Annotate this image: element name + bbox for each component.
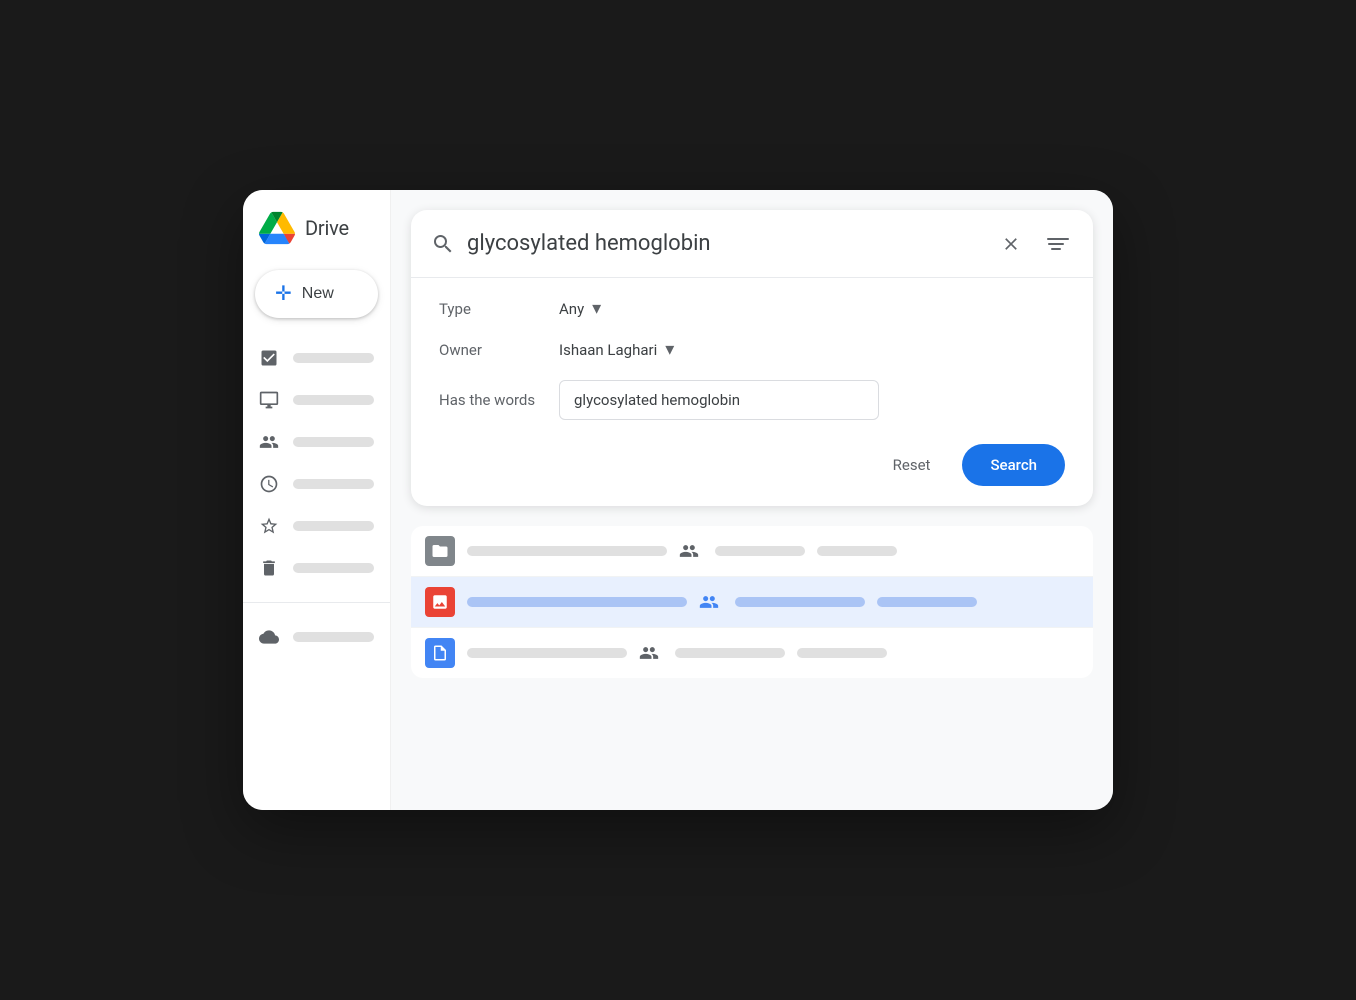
file-date-placeholder	[715, 546, 805, 556]
search-bar	[411, 210, 1093, 278]
owner-dropdown[interactable]: Ishaan Laghari ▾	[559, 339, 674, 360]
type-dropdown[interactable]: Any ▾	[559, 298, 601, 319]
shared-users-icon	[639, 641, 663, 665]
star-icon	[259, 516, 279, 536]
sidebar-nav	[243, 338, 390, 657]
search-filter-button[interactable]	[1039, 232, 1073, 256]
checkbox-icon	[259, 348, 279, 368]
sidebar-item-starred[interactable]	[243, 506, 390, 546]
cloud-icon	[259, 627, 279, 647]
reset-button[interactable]: Reset	[877, 446, 947, 484]
file-size-placeholder	[877, 597, 977, 607]
sidebar-header: Drive	[243, 210, 390, 270]
folder-icon	[425, 536, 455, 566]
owner-dropdown-arrow-icon: ▾	[665, 339, 674, 360]
clock-icon	[259, 474, 279, 494]
sidebar-item-recent[interactable]	[243, 464, 390, 504]
sidebar-item-storage[interactable]	[243, 617, 390, 657]
plus-icon: ✛	[275, 284, 292, 304]
file-date-placeholder	[675, 648, 785, 658]
new-button-label: New	[302, 285, 334, 303]
main-content: Type Any ▾ Owner Ishaan Laghari ▾ Has th…	[391, 190, 1113, 810]
nav-label-bar	[293, 395, 374, 405]
type-filter-row: Type Any ▾	[439, 298, 1065, 319]
file-name-placeholder	[467, 546, 667, 556]
file-row[interactable]	[411, 628, 1093, 678]
file-size-placeholder	[797, 648, 887, 658]
shared-users-icon	[679, 539, 703, 563]
doc-file-icon	[425, 638, 455, 668]
sidebar-item-computers[interactable]	[243, 380, 390, 420]
shared-icon	[259, 432, 279, 452]
image-file-icon	[425, 587, 455, 617]
file-name-placeholder	[467, 648, 627, 658]
shared-users-icon	[699, 590, 723, 614]
type-dropdown-arrow-icon: ▾	[592, 298, 601, 319]
sidebar-item-my-drive[interactable]	[243, 338, 390, 378]
filter-icon	[1045, 238, 1067, 250]
monitor-icon	[259, 390, 279, 410]
file-row[interactable]	[411, 526, 1093, 577]
nav-label-bar	[293, 437, 374, 447]
file-row[interactable]	[411, 577, 1093, 628]
new-button[interactable]: ✛ New	[255, 270, 378, 318]
sidebar-item-trash[interactable]	[243, 548, 390, 588]
advanced-filters: Type Any ▾ Owner Ishaan Laghari ▾ Has th…	[411, 278, 1093, 506]
file-size-placeholder	[817, 546, 897, 556]
owner-filter-row: Owner Ishaan Laghari ▾	[439, 339, 1065, 360]
drive-logo-icon	[259, 210, 295, 246]
search-button[interactable]: Search	[962, 444, 1065, 486]
filter-actions: Reset Search	[439, 440, 1065, 486]
search-input[interactable]	[467, 231, 983, 256]
search-icon	[431, 232, 455, 256]
app-window: Drive ✛ New	[243, 190, 1113, 810]
type-value: Any	[559, 300, 584, 318]
type-label: Type	[439, 300, 559, 318]
has-words-input[interactable]	[559, 380, 879, 420]
app-title: Drive	[305, 216, 349, 240]
owner-value: Ishaan Laghari	[559, 341, 657, 359]
has-words-label: Has the words	[439, 391, 559, 409]
nav-label-bar	[293, 479, 374, 489]
file-list	[411, 526, 1093, 678]
trash-icon	[259, 558, 279, 578]
nav-label-bar	[293, 521, 374, 531]
sidebar-divider	[243, 602, 390, 603]
nav-label-bar	[293, 632, 374, 642]
nav-label-bar	[293, 563, 374, 573]
search-clear-button[interactable]	[995, 228, 1027, 260]
owner-label: Owner	[439, 341, 559, 359]
file-name-placeholder	[467, 597, 687, 607]
nav-label-bar	[293, 353, 374, 363]
sidebar: Drive ✛ New	[243, 190, 391, 810]
file-date-placeholder	[735, 597, 865, 607]
sidebar-item-shared[interactable]	[243, 422, 390, 462]
search-panel: Type Any ▾ Owner Ishaan Laghari ▾ Has th…	[411, 210, 1093, 506]
has-words-filter-row: Has the words	[439, 380, 1065, 420]
